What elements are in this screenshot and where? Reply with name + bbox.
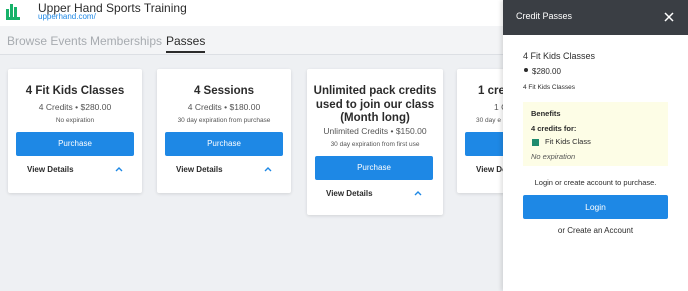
chevron-up-icon[interactable] — [413, 190, 423, 197]
pass-card-fit-kids: 4 Fit Kids Classes 4 Credits • $280.00 N… — [8, 69, 142, 193]
benefit-expiration: No expiration — [531, 152, 576, 161]
card-price: 4 Credits • $280.00 — [38, 102, 112, 112]
benefits-box: Benefits 4 credits for: Fit Kids Class N… — [523, 102, 668, 166]
card-title: 4 Sessions — [193, 85, 255, 97]
view-details-link[interactable]: View Details — [27, 165, 74, 174]
class-color-swatch — [532, 139, 539, 146]
purchase-button[interactable]: Purchase — [16, 132, 134, 156]
tab-passes[interactable]: Passes — [166, 34, 206, 53]
view-details-link[interactable]: View Details — [176, 165, 223, 174]
pass-price: $280.00 — [532, 67, 561, 76]
class-name: Fit Kids Class — [545, 137, 591, 146]
card-title: Unlimited pack credits used to join our … — [313, 85, 437, 124]
card-expiration: 30 day expiration from purchase — [177, 117, 271, 124]
drawer-header: Credit Passes — [503, 0, 688, 35]
pass-subname: 4 Fit Kids Classes — [523, 84, 576, 91]
pass-card-4-sessions: 4 Sessions 4 Credits • $180.00 30 day ex… — [157, 69, 291, 193]
purchase-button[interactable]: Purchase — [165, 132, 283, 156]
card-price: Unlimited Credits • $150.00 — [323, 126, 427, 136]
view-details-link[interactable]: View Details — [326, 189, 373, 198]
card-price: 4 Credits • $180.00 — [187, 102, 261, 112]
create-account-link[interactable]: or Create an Account — [503, 226, 688, 235]
card-expiration: No expiration — [55, 117, 95, 124]
tab-browse-events[interactable]: Browse Events — [7, 34, 87, 48]
pass-name: 4 Fit Kids Classes — [523, 51, 596, 61]
pass-card-unlimited: Unlimited pack credits used to join our … — [307, 69, 443, 215]
login-prompt: Login or create account to purchase. — [534, 178, 657, 187]
purchase-button[interactable]: Purchase — [315, 156, 433, 180]
login-button[interactable]: Login — [523, 195, 668, 219]
drawer-title: Credit Passes — [516, 11, 573, 21]
chevron-up-icon[interactable] — [114, 166, 124, 173]
chevron-up-icon[interactable] — [263, 166, 273, 173]
upper-hand-logo-icon[interactable] — [6, 4, 20, 20]
card-expiration: 30 day expiration from first use — [330, 141, 420, 148]
credits-for-label: 4 credits for: — [531, 124, 577, 133]
card-title: 4 Fit Kids Classes — [25, 85, 125, 97]
benefits-heading: Benefits — [531, 109, 561, 118]
brand-url-link[interactable]: upperhand.com/ — [38, 12, 96, 21]
credit-passes-drawer: Credit Passes 4 Fit Kids Classes $280.00… — [503, 0, 688, 291]
bullet-icon — [524, 68, 528, 72]
tab-memberships[interactable]: Memberships — [90, 34, 162, 48]
close-icon[interactable] — [663, 11, 675, 23]
